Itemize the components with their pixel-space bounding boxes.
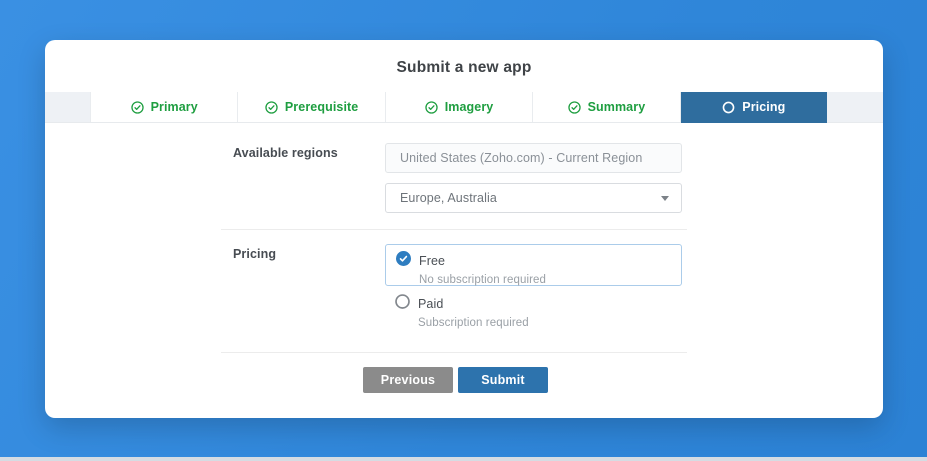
- tab-label: Summary: [588, 100, 646, 114]
- tabbar-right-spacer: [827, 92, 883, 122]
- check-circle-icon: [131, 101, 144, 114]
- chevron-down-icon: [661, 196, 669, 201]
- radio-unselected-icon: [395, 294, 410, 314]
- option-label: Free: [419, 254, 445, 268]
- tab-label: Imagery: [445, 100, 494, 114]
- regions-dropdown-value: Europe, Australia: [400, 191, 497, 205]
- check-circle-icon: [568, 101, 581, 114]
- tab-imagery[interactable]: Imagery: [386, 92, 533, 122]
- page-title: Submit a new app: [45, 59, 883, 77]
- footer-divider: [221, 352, 687, 353]
- check-circle-icon: [425, 101, 438, 114]
- option-label: Paid: [418, 297, 443, 311]
- check-circle-icon: [265, 101, 278, 114]
- available-regions-label: Available regions: [233, 146, 338, 160]
- submit-button[interactable]: Submit: [458, 367, 548, 393]
- tab-prerequisite[interactable]: Prerequisite: [238, 92, 385, 122]
- option-description: No subscription required: [419, 274, 681, 286]
- submit-app-modal: Submit a new app Primary Prerequisite Im…: [45, 40, 883, 418]
- previous-button[interactable]: Previous: [363, 367, 453, 393]
- regions-dropdown[interactable]: Europe, Australia: [385, 183, 682, 213]
- tabbar-left-spacer: [45, 92, 90, 122]
- tab-summary[interactable]: Summary: [533, 92, 680, 122]
- tab-label: Prerequisite: [285, 100, 358, 114]
- tab-label: Pricing: [742, 100, 785, 114]
- wizard-tabbar: Primary Prerequisite Imagery Summary Pri: [45, 92, 883, 123]
- pricing-option-paid[interactable]: Paid Subscription required: [395, 294, 529, 329]
- current-region-field: [385, 143, 682, 173]
- option-description: Subscription required: [418, 317, 529, 329]
- tab-label: Primary: [151, 100, 198, 114]
- radio-selected-icon: [396, 251, 411, 271]
- page-bottom-edge: [0, 457, 927, 461]
- pricing-label: Pricing: [233, 247, 276, 261]
- section-divider: [221, 229, 687, 230]
- circle-icon: [722, 101, 735, 114]
- tab-pricing[interactable]: Pricing: [681, 92, 827, 122]
- pricing-option-free[interactable]: Free No subscription required: [385, 244, 682, 286]
- tab-primary[interactable]: Primary: [90, 92, 238, 122]
